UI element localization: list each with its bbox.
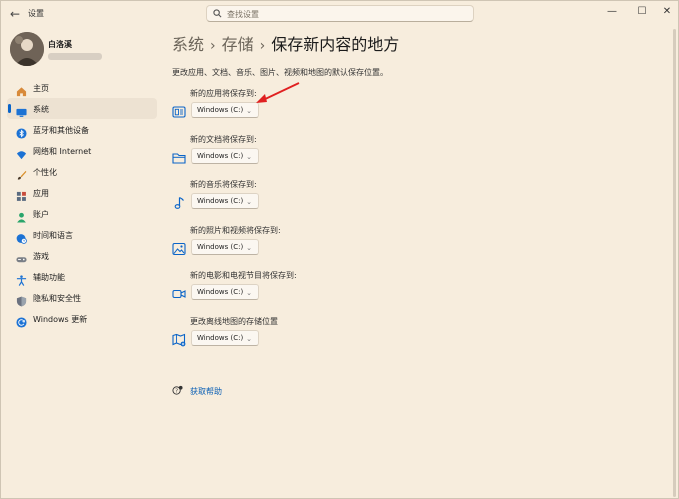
close-button[interactable]: ✕ [653, 4, 679, 20]
drive-select-value: Windows (C:) [197, 197, 244, 205]
sidebar-item-shield[interactable]: 隐私和安全性 [7, 287, 157, 308]
drive-select-value: Windows (C:) [197, 334, 244, 342]
help-icon: ? [172, 385, 183, 395]
music-note-icon [172, 195, 186, 209]
globe-clock-icon [16, 229, 27, 244]
drive-select-value: Windows (C:) [197, 106, 244, 114]
drive-select[interactable]: Windows (C:) ⌄ [191, 102, 259, 118]
back-arrow-icon[interactable]: ← [7, 6, 23, 22]
chevron-right-icon: › [259, 38, 266, 54]
map-icon [172, 332, 186, 347]
get-help-link[interactable]: ? 获取帮助 [172, 385, 252, 397]
breadcrumb-item-storage[interactable]: 存储 [222, 35, 254, 54]
maximize-button[interactable]: ☐ [628, 4, 656, 20]
minimize-button[interactable]: — [598, 4, 626, 20]
drive-select[interactable]: Windows (C:) ⌄ [191, 193, 259, 209]
chevron-down-icon: ⌄ [246, 244, 252, 252]
drive-select[interactable]: Windows (C:) ⌄ [191, 330, 259, 346]
video-camera-icon [172, 286, 186, 300]
update-icon [16, 313, 27, 328]
brush-icon [16, 166, 27, 180]
save-location-section: 新的应用将保存到: Windows (C:) ⌄ [172, 88, 472, 132]
sidebar-item-account[interactable]: 账户 [7, 203, 157, 224]
save-location-section: 新的照片和视频将保存到: Windows (C:) ⌄ [172, 225, 472, 269]
sidebar-item-brush[interactable]: 个性化 [7, 161, 157, 182]
search-icon [213, 9, 222, 18]
avatar[interactable] [10, 32, 44, 66]
drive-select[interactable]: Windows (C:) ⌄ [191, 148, 259, 164]
breadcrumb-item-system[interactable]: 系统 [172, 35, 204, 54]
save-location-label: 新的电影和电视节目将保存到: [190, 271, 297, 280]
drive-select-value: Windows (C:) [197, 288, 244, 296]
save-location-section: 新的文档将保存到: Windows (C:) ⌄ [172, 134, 472, 178]
chevron-down-icon: ⌄ [246, 107, 252, 115]
sidebar-item-label: Windows 更新 [33, 315, 88, 324]
apps-icon [16, 187, 27, 201]
account-icon [16, 208, 27, 223]
photo-icon [172, 241, 186, 256]
breadcrumb: 系统 › 存储 › 保存新内容的地方 [172, 31, 399, 55]
home-icon [16, 82, 27, 97]
scrollbar[interactable] [673, 29, 676, 497]
sidebar-item-home[interactable]: 主页 [7, 77, 157, 98]
wifi-icon [16, 145, 27, 160]
save-location-label: 更改离线地图的存储位置 [190, 317, 278, 326]
sidebar-item-apps[interactable]: 应用 [7, 182, 157, 203]
chevron-down-icon: ⌄ [246, 335, 252, 343]
app-title: 设置 [28, 9, 44, 18]
save-location-label: 新的音乐将保存到: [190, 180, 257, 189]
sidebar-item-label: 蓝牙和其他设备 [33, 126, 89, 135]
sidebar-item-label: 应用 [33, 189, 49, 198]
bluetooth-icon [16, 124, 27, 139]
sidebar-item-label: 账户 [33, 210, 49, 219]
folder-icon [172, 150, 186, 164]
save-location-section: 新的电影和电视节目将保存到: Windows (C:) ⌄ [172, 270, 472, 314]
drive-select[interactable]: Windows (C:) ⌄ [191, 239, 259, 255]
sidebar-item-update[interactable]: Windows 更新 [7, 308, 157, 329]
sidebar-item-label: 隐私和安全性 [33, 294, 81, 303]
drive-select[interactable]: Windows (C:) ⌄ [191, 284, 259, 300]
svg-text:?: ? [175, 389, 178, 395]
chevron-down-icon: ⌄ [246, 289, 252, 297]
sidebar-item-accessibility[interactable]: 辅助功能 [7, 266, 157, 287]
drive-select-value: Windows (C:) [197, 152, 244, 160]
save-location-label: 新的应用将保存到: [190, 89, 257, 98]
shield-icon [16, 292, 27, 307]
page-description: 更改应用、文档、音乐、图片、视频和地图的默认保存位置。 [172, 68, 388, 77]
save-location-label: 新的照片和视频将保存到: [190, 226, 281, 235]
sidebar-item-label: 系统 [33, 105, 49, 114]
profile-email-redacted [48, 53, 102, 60]
save-location-label: 新的文档将保存到: [190, 135, 257, 144]
page-title: 保存新内容的地方 [271, 35, 400, 54]
sidebar-item-label: 时间和语言 [33, 231, 73, 240]
sidebar-item-monitor[interactable]: 系统 [7, 98, 157, 119]
settings-window: ← 设置 查找设置 — ☐ ✕ 白洛溪 主页 系统 蓝牙和其他设备 网络和 In… [0, 0, 679, 499]
sidebar-item-label: 主页 [33, 84, 49, 93]
sidebar-item-wifi[interactable]: 网络和 Internet [7, 140, 157, 161]
sidebar-nav: 主页 系统 蓝牙和其他设备 网络和 Internet 个性化 应用 账户 时间和… [7, 77, 157, 329]
drive-select-value: Windows (C:) [197, 243, 244, 251]
chevron-down-icon: ⌄ [246, 198, 252, 206]
profile-name: 白洛溪 [48, 40, 72, 49]
save-location-section: 更改离线地图的存储位置 Windows (C:) ⌄ [172, 316, 472, 360]
annotation-arrow-icon [256, 82, 300, 103]
sidebar-item-label: 个性化 [33, 168, 57, 177]
app-window-icon [172, 104, 186, 118]
sidebar-item-gamepad[interactable]: 游戏 [7, 245, 157, 266]
sidebar-item-label: 游戏 [33, 252, 49, 261]
chevron-right-icon: › [210, 38, 216, 54]
search-placeholder: 查找设置 [227, 10, 259, 19]
get-help-label: 获取帮助 [190, 387, 222, 396]
save-location-section: 新的音乐将保存到: Windows (C:) ⌄ [172, 179, 472, 223]
sidebar-item-label: 辅助功能 [33, 273, 65, 282]
sidebar-item-label: 网络和 Internet [33, 147, 92, 156]
accessibility-icon [16, 271, 27, 286]
sidebar-item-globe-clock[interactable]: 时间和语言 [7, 224, 157, 245]
sidebar-item-bluetooth[interactable]: 蓝牙和其他设备 [7, 119, 157, 140]
monitor-icon [16, 103, 27, 117]
search-input[interactable]: 查找设置 [206, 5, 474, 22]
title-bar: ← 设置 查找设置 — ☐ ✕ [1, 1, 679, 27]
gamepad-icon [16, 250, 27, 263]
chevron-down-icon: ⌄ [246, 153, 252, 161]
